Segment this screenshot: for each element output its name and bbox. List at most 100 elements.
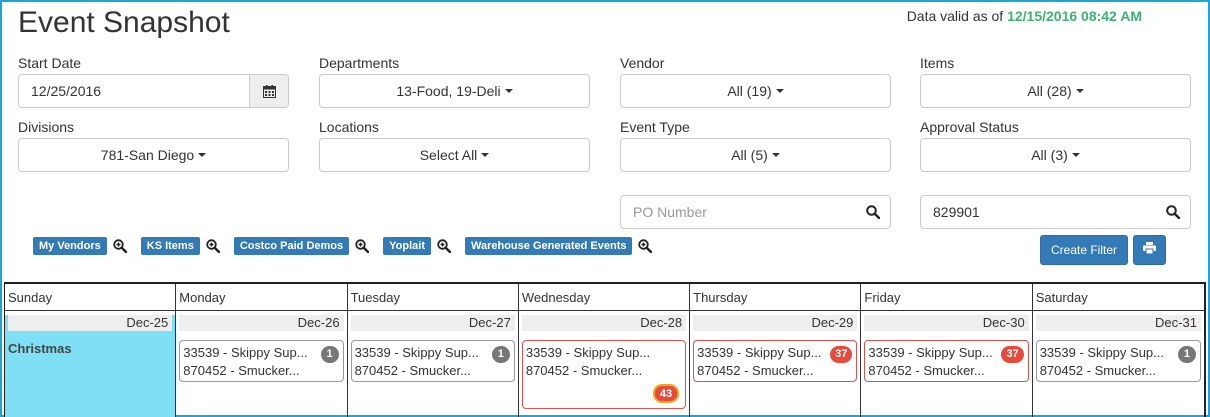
event-card[interactable]: 33539 - Skippy Sup... 870452 - Smucker..… bbox=[864, 340, 1029, 382]
event-card[interactable]: 33539 - Skippy Sup... 870452 - Smucker..… bbox=[350, 340, 515, 382]
divisions-value: 781-San Diego bbox=[100, 147, 195, 163]
item-search-value: 829901 bbox=[933, 204, 980, 220]
event-count-badge: 37 bbox=[1001, 346, 1024, 363]
day-date: Dec-29 bbox=[693, 315, 858, 331]
event-vendor: 33539 - Skippy Sup... bbox=[1039, 345, 1164, 360]
saved-filters: My Vendors KS Items Costco Paid Demos Yo… bbox=[33, 237, 666, 255]
zoom-in-icon[interactable] bbox=[638, 239, 653, 253]
calendar-day-wednesday: Wednesday Dec-28 33539 - Skippy Sup... 8… bbox=[518, 284, 691, 417]
event-item: 870452 - Smucker... bbox=[697, 363, 814, 378]
departments-label: Departments bbox=[319, 55, 400, 71]
calendar-day-sunday: Sunday Dec-25 Christmas bbox=[5, 284, 177, 417]
saved-filter-yoplait[interactable]: Yoplait bbox=[383, 237, 431, 255]
calendar-day-friday: Friday Dec-30 33539 - Skippy Sup... 8704… bbox=[861, 284, 1033, 417]
locations-value: Select All bbox=[419, 147, 478, 163]
day-date: Dec-27 bbox=[350, 315, 515, 331]
calendar-day-thursday: Thursday Dec-29 33539 - Skippy Sup... 87… bbox=[690, 284, 862, 417]
saved-filter-warehouse-generated-events[interactable]: Warehouse Generated Events bbox=[465, 237, 633, 255]
start-date-picker: 12/25/2016 bbox=[18, 74, 289, 108]
approval-status-dropdown[interactable]: All (3) bbox=[920, 138, 1191, 172]
day-cell[interactable]: Dec-30 33539 - Skippy Sup... 870452 - Sm… bbox=[861, 315, 1031, 417]
day-name: Friday bbox=[861, 284, 1032, 311]
event-count-badge: 1 bbox=[1177, 346, 1196, 363]
search-icon[interactable] bbox=[866, 205, 881, 222]
calendar-day-monday: Monday Dec-26 33539 - Skippy Sup... 8704… bbox=[176, 284, 348, 417]
saved-filter-my-vendors[interactable]: My Vendors bbox=[33, 237, 107, 255]
divisions-field: Divisions 781-San Diego bbox=[18, 119, 289, 172]
day-cell[interactable]: Dec-27 33539 - Skippy Sup... 870452 - Sm… bbox=[348, 315, 518, 417]
event-vendor: 33539 - Skippy Sup... bbox=[525, 345, 651, 360]
event-type-field: Event Type All (5) bbox=[620, 119, 891, 172]
caret-down-icon bbox=[504, 89, 513, 93]
caret-down-icon bbox=[771, 153, 780, 157]
event-vendor: 33539 - Skippy Sup... bbox=[354, 345, 479, 360]
caret-down-icon bbox=[775, 89, 784, 93]
holiday-label: Christmas bbox=[8, 341, 72, 356]
start-date-input[interactable]: 12/25/2016 bbox=[19, 75, 249, 107]
event-card[interactable]: 33539 - Skippy Sup... 870452 - Smucker..… bbox=[693, 340, 858, 382]
departments-value: 13-Food, 19-Deli bbox=[396, 83, 501, 99]
day-date: Dec-25 bbox=[8, 315, 173, 331]
departments-field: Departments 13-Food, 19-Deli bbox=[319, 55, 590, 108]
start-date-field: Start Date 12/25/2016 bbox=[18, 55, 289, 108]
event-card[interactable]: 33539 - Skippy Sup... 870452 - Smucker..… bbox=[521, 340, 687, 409]
day-name: Thursday bbox=[690, 284, 861, 311]
day-name: Sunday bbox=[5, 284, 176, 311]
zoom-in-icon[interactable] bbox=[437, 239, 451, 253]
approval-status-label: Approval Status bbox=[920, 119, 1019, 135]
vendor-value: All (19) bbox=[727, 83, 772, 99]
day-cell[interactable]: Dec-31 33539 - Skippy Sup... 870452 - Sm… bbox=[1033, 315, 1204, 417]
item-search-input[interactable]: 829901 bbox=[920, 195, 1191, 229]
day-date: Dec-30 bbox=[864, 315, 1029, 331]
print-button[interactable] bbox=[1133, 235, 1166, 265]
items-field: Items All (28) bbox=[920, 55, 1191, 108]
vendor-field: Vendor All (19) bbox=[620, 55, 891, 108]
print-icon bbox=[1143, 241, 1156, 259]
calendar-week: Sunday Dec-25 Christmas Monday Dec-26 33… bbox=[4, 282, 1206, 417]
day-cell[interactable]: Dec-29 33539 - Skippy Sup... 870452 - Sm… bbox=[690, 315, 860, 417]
search-icon[interactable] bbox=[1166, 205, 1181, 222]
day-name: Saturday bbox=[1032, 284, 1204, 311]
day-date: Dec-26 bbox=[179, 315, 344, 331]
event-item: 870452 - Smucker... bbox=[183, 363, 300, 378]
day-cell[interactable]: Dec-26 33539 - Skippy Sup... 870452 - Sm… bbox=[176, 315, 346, 417]
zoom-in-icon[interactable] bbox=[113, 239, 127, 253]
locations-label: Locations bbox=[319, 119, 379, 135]
day-name: Monday bbox=[176, 284, 347, 311]
saved-filter-costco-paid-demos[interactable]: Costco Paid Demos bbox=[233, 237, 350, 255]
data-valid-label: Data valid as of bbox=[906, 8, 1004, 24]
page-title: Event Snapshot bbox=[18, 6, 230, 39]
calendar-icon[interactable] bbox=[249, 75, 288, 107]
approval-status-field: Approval Status All (3) bbox=[920, 119, 1191, 172]
day-name: Wednesday bbox=[518, 284, 690, 311]
locations-dropdown[interactable]: Select All bbox=[319, 138, 590, 172]
day-cell[interactable]: Dec-25 Christmas bbox=[5, 315, 176, 417]
divisions-label: Divisions bbox=[18, 119, 75, 135]
event-item: 870452 - Smucker... bbox=[1039, 363, 1157, 378]
zoom-in-icon[interactable] bbox=[355, 239, 370, 253]
event-card[interactable]: 33539 - Skippy Sup... 870452 - Smucker..… bbox=[179, 340, 344, 382]
items-dropdown[interactable]: All (28) bbox=[920, 74, 1191, 108]
items-label: Items bbox=[920, 55, 955, 71]
event-type-dropdown[interactable]: All (5) bbox=[620, 138, 891, 172]
create-filter-button[interactable]: Create Filter bbox=[1040, 235, 1128, 265]
po-number-placeholder: PO Number bbox=[633, 204, 707, 220]
event-count-badge: 43 bbox=[652, 384, 680, 403]
divisions-dropdown[interactable]: 781-San Diego bbox=[18, 138, 289, 172]
data-valid-timestamp: 12/15/2016 08:42 AM bbox=[1007, 8, 1142, 24]
caret-down-icon bbox=[481, 153, 490, 157]
vendor-dropdown[interactable]: All (19) bbox=[620, 74, 891, 108]
event-item: 870452 - Smucker... bbox=[525, 363, 643, 378]
event-card[interactable]: 33539 - Skippy Sup... 870452 - Smucker..… bbox=[1035, 340, 1201, 382]
caret-down-icon bbox=[198, 153, 207, 157]
zoom-in-icon[interactable] bbox=[206, 239, 220, 253]
event-item: 870452 - Smucker... bbox=[354, 363, 471, 378]
saved-filter-ks-items[interactable]: KS Items bbox=[140, 237, 200, 255]
caret-down-icon bbox=[1071, 153, 1080, 157]
departments-dropdown[interactable]: 13-Food, 19-Deli bbox=[319, 74, 590, 108]
po-number-input[interactable]: PO Number bbox=[620, 195, 891, 229]
event-type-label: Event Type bbox=[620, 119, 690, 135]
day-cell[interactable]: Dec-28 33539 - Skippy Sup... 870452 - Sm… bbox=[519, 315, 689, 417]
caret-down-icon bbox=[1075, 89, 1084, 93]
event-count-badge: 1 bbox=[491, 346, 510, 363]
